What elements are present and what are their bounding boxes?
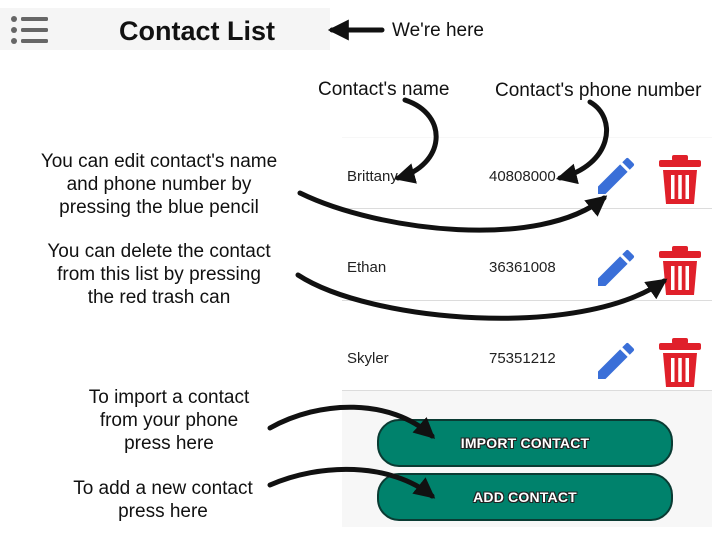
trash-can-icon[interactable] [657, 154, 703, 206]
contact-name: Skyler [347, 350, 389, 367]
delete-instructions-line: You can delete the contact [47, 241, 271, 262]
here-annotation: We're here [392, 20, 484, 41]
pencil-icon[interactable] [592, 152, 640, 200]
add-instructions: To add a new contact press here [52, 477, 274, 523]
row-divider [342, 390, 712, 391]
edit-instructions-line: You can edit contact's name [40, 151, 278, 172]
edit-instructions-line: pressing the blue pencil [59, 197, 259, 218]
contact-name: Brittany [347, 168, 398, 185]
add-contact-button[interactable]: ADD CONTACT [377, 473, 673, 521]
import-instructions-line: To import a contact [88, 387, 250, 408]
delete-instructions-line: from this list by pressing [57, 264, 261, 285]
add-instructions-line: press here [118, 501, 208, 522]
add-instructions-line: To add a new contact [73, 478, 253, 499]
trash-can-icon[interactable] [657, 337, 703, 389]
contact-phone: 75351212 [489, 350, 556, 367]
contact-phone-annotation: Contact's phone number [495, 80, 702, 101]
pencil-icon[interactable] [592, 244, 640, 292]
edit-instructions-line: and phone number by [66, 174, 252, 195]
trash-can-icon[interactable] [657, 245, 703, 297]
contact-phone: 36361008 [489, 259, 556, 276]
delete-instructions: You can delete the contact from this lis… [28, 240, 290, 309]
import-instructions-line: from your phone [99, 410, 239, 431]
import-contact-button[interactable]: IMPORT CONTACT [377, 419, 673, 467]
contact-name-annotation: Contact's name [318, 79, 450, 100]
contact-phone: 40808000 [489, 168, 556, 185]
page-title: Contact List [119, 16, 276, 46]
import-instructions-line: press here [124, 433, 214, 454]
import-instructions: To import a contact from your phone pres… [58, 386, 280, 455]
delete-instructions-line: the red trash can [87, 287, 231, 308]
contact-name: Ethan [347, 259, 387, 276]
pencil-icon[interactable] [592, 337, 640, 385]
hamburger-menu-icon[interactable] [10, 14, 50, 46]
edit-instructions: You can edit contact's name and phone nu… [28, 150, 290, 219]
